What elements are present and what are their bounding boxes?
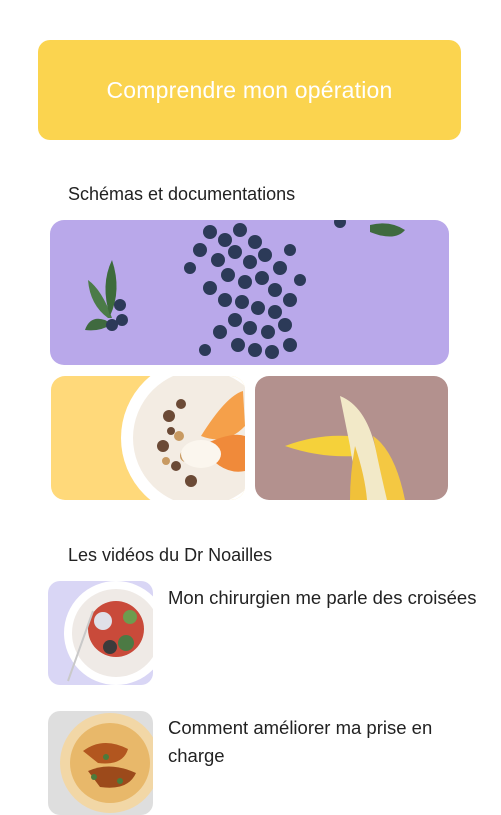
understand-operation-button[interactable]: Comprendre mon opération [38,40,461,140]
docs-section-title: Schémas et documentations [68,184,296,204]
roasted-chicken-plate-image [48,711,153,815]
video-title-2[interactable]: Comment améliorer ma prise en charge [168,714,468,770]
doc-card-blueberries[interactable] [50,220,449,365]
blueberries-image [50,220,449,365]
doc-card-granola[interactable] [51,376,245,500]
granola-bowl-image [51,376,245,500]
videos-section-title: Les vidéos du Dr Noailles [68,545,273,565]
banana-image [255,376,448,500]
video-title-1[interactable]: Mon chirurgien me parle des croisées [168,584,476,612]
video-thumbnail-1[interactable] [48,581,153,685]
video-thumbnail-2[interactable] [48,711,153,815]
doc-card-banana[interactable] [255,376,448,500]
salad-plate-image [48,581,153,685]
